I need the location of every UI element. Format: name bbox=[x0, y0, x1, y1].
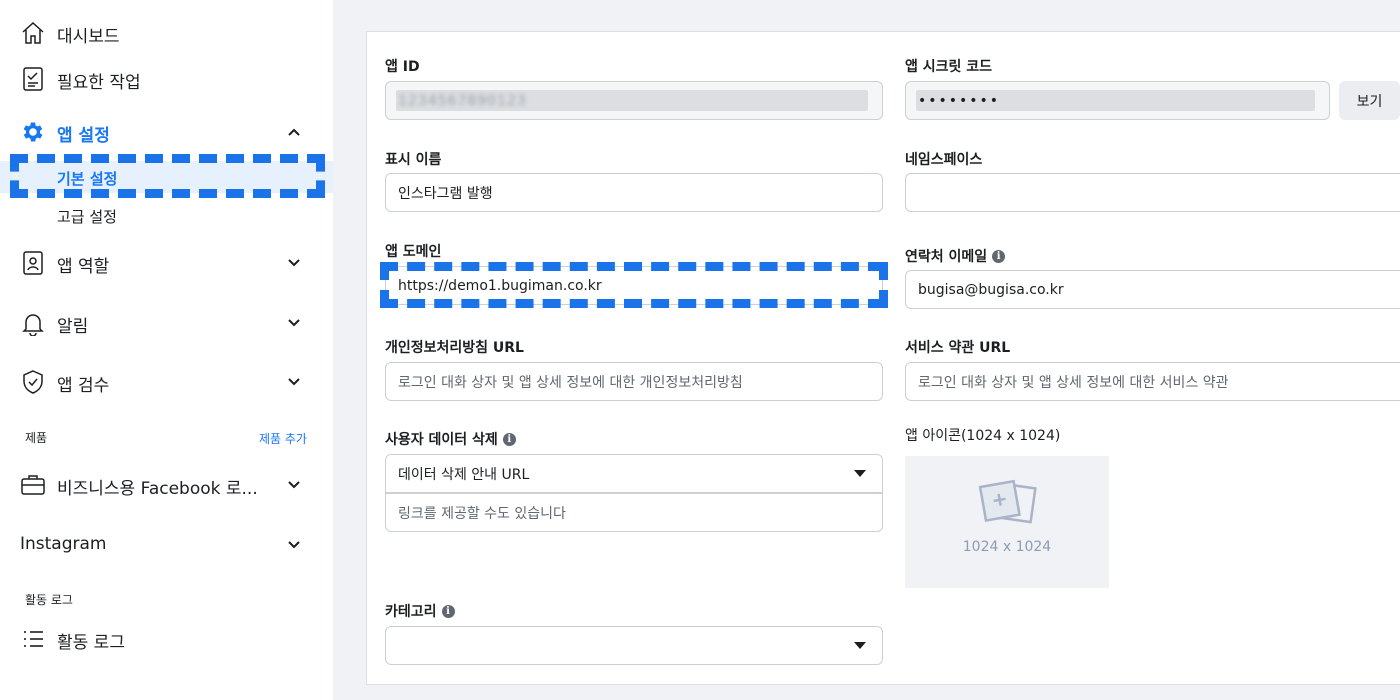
sidebar-item-activity-log[interactable]: 활동 로그 bbox=[0, 626, 333, 653]
namespace-label: 네임스페이스 bbox=[905, 152, 983, 168]
user-data-deletion-label-text: 사용자 데이터 삭제 bbox=[385, 432, 498, 448]
sidebar-item-app-review[interactable]: 앱 검수 bbox=[0, 369, 333, 396]
user-data-deletion-select-value: 데이터 삭제 안내 URL bbox=[398, 466, 530, 483]
user-data-deletion-select[interactable]: 데이터 삭제 안내 URL bbox=[385, 454, 883, 493]
terms-url-label: 서비스 약관 URL bbox=[905, 340, 1011, 356]
chevron-up-icon bbox=[287, 125, 301, 139]
privacy-url-placeholder: 로그인 대화 상자 및 앱 상세 정보에 대한 개인정보처리방침 bbox=[398, 374, 743, 391]
user-data-deletion-placeholder: 링크를 제공할 수도 있습니다 bbox=[398, 505, 566, 522]
chevron-down-icon bbox=[287, 538, 301, 552]
chevron-down-icon bbox=[287, 375, 301, 389]
image-placeholder-icon bbox=[978, 479, 1037, 524]
app-icon-upload[interactable]: 1024 x 1024 bbox=[905, 456, 1109, 588]
sidebar-item-label: 활동 로그 bbox=[57, 633, 125, 653]
category-select[interactable] bbox=[385, 626, 883, 665]
sidebar-item-app-roles[interactable]: 앱 역할 bbox=[0, 250, 333, 277]
domain-highlight-bottom bbox=[380, 299, 886, 308]
briefcase-icon bbox=[20, 472, 46, 498]
app-id-value: 1234567890123 bbox=[398, 92, 527, 109]
info-icon[interactable]: i bbox=[992, 249, 1006, 263]
info-icon[interactable]: i bbox=[502, 432, 516, 446]
bell-icon bbox=[20, 310, 46, 336]
sidebar-item-label: 알림 bbox=[57, 317, 89, 337]
chevron-down-icon bbox=[287, 256, 301, 270]
sidebar-item-label: 앱 설정 bbox=[57, 126, 110, 146]
highlight-box-left bbox=[10, 154, 19, 198]
terms-url-placeholder: 로그인 대화 상자 및 앱 상세 정보에 대한 서비스 약관 bbox=[918, 374, 1229, 391]
sidebar-item-required-actions[interactable]: 필요한 작업 bbox=[0, 66, 333, 93]
app-secret-field[interactable]: •••••••• bbox=[905, 81, 1330, 120]
category-label: 카테고리 i bbox=[385, 601, 455, 621]
sidebar-item-app-settings[interactable]: 앱 설정 bbox=[0, 118, 333, 146]
contact-email-label-text: 연락처 이메일 bbox=[905, 249, 988, 265]
app-id-field[interactable]: 1234567890123 bbox=[385, 81, 883, 120]
sidebar-item-instagram[interactable]: Instagram bbox=[0, 532, 333, 558]
chevron-down-icon bbox=[287, 316, 301, 330]
sidebar-item-dashboard[interactable]: 대시보드 bbox=[0, 20, 333, 47]
sidebar-item-label: 대시보드 bbox=[57, 27, 120, 47]
sidebar-item-label: 앱 검수 bbox=[57, 376, 110, 396]
privacy-url-label: 개인정보처리방침 URL bbox=[385, 340, 524, 356]
products-section-label: 제품 bbox=[25, 431, 48, 445]
highlight-box-bottom bbox=[10, 189, 325, 198]
terms-url-input[interactable]: 로그인 대화 상자 및 앱 상세 정보에 대한 서비스 약관 bbox=[905, 362, 1400, 401]
app-secret-value: •••••••• bbox=[918, 92, 1001, 109]
sidebar-subitem-advanced-settings[interactable]: 고급 설정 bbox=[0, 199, 333, 231]
highlight-box-right bbox=[316, 154, 325, 198]
display-name-input[interactable]: 인스타그램 발행 bbox=[385, 173, 883, 212]
sidebar-item-label: 앱 역할 bbox=[57, 257, 110, 277]
sidebar: 대시보드 필요한 작업 앱 설정 기본 설정 고급 설정 앱 역할 알림 앱 검… bbox=[0, 0, 333, 700]
sidebar-item-label: 필요한 작업 bbox=[57, 73, 141, 93]
app-icon-label: 앱 아이콘(1024 x 1024) bbox=[905, 428, 1061, 444]
gear-icon bbox=[20, 119, 46, 145]
info-icon[interactable]: i bbox=[441, 604, 455, 618]
chevron-down-icon bbox=[287, 478, 301, 492]
sidebar-item-label: Instagram bbox=[20, 534, 107, 554]
activity-section-label: 활동 로그 bbox=[25, 593, 73, 607]
app-secret-label: 앱 시크릿 코드 bbox=[905, 59, 993, 75]
display-name-label: 표시 이름 bbox=[385, 152, 442, 168]
user-data-deletion-url-input[interactable]: 링크를 제공할 수도 있습니다 bbox=[385, 493, 883, 532]
namespace-input[interactable] bbox=[905, 173, 1400, 212]
category-label-text: 카테고리 bbox=[385, 604, 437, 620]
highlight-box-top bbox=[10, 154, 325, 163]
add-product-link[interactable]: 제품 추가 bbox=[259, 430, 307, 447]
caret-down-icon bbox=[854, 642, 866, 649]
sidebar-item-facebook-business-login[interactable]: 비즈니스용 Facebook 로... bbox=[0, 472, 333, 499]
display-name-value: 인스타그램 발행 bbox=[398, 185, 493, 202]
sidebar-subitem-label: 기본 설정 bbox=[57, 170, 118, 188]
user-data-deletion-label: 사용자 데이터 삭제 i bbox=[385, 429, 516, 449]
caret-down-icon bbox=[854, 470, 866, 477]
domain-highlight-right bbox=[879, 262, 888, 308]
contact-email-value: bugisa@bugisa.co.kr bbox=[918, 281, 1064, 298]
checklist-icon bbox=[20, 66, 46, 92]
app-icon-size-text: 1024 x 1024 bbox=[962, 539, 1052, 555]
home-icon bbox=[20, 20, 46, 46]
domain-highlight-top bbox=[380, 262, 886, 271]
privacy-url-input[interactable]: 로그인 대화 상자 및 앱 상세 정보에 대한 개인정보처리방침 bbox=[385, 362, 883, 401]
sidebar-item-notifications[interactable]: 알림 bbox=[0, 310, 333, 337]
shield-check-icon bbox=[20, 369, 46, 395]
show-secret-button[interactable]: 보기 bbox=[1339, 81, 1400, 120]
sidebar-subitem-label: 고급 설정 bbox=[57, 208, 117, 226]
app-domain-label: 앱 도메인 bbox=[385, 244, 442, 260]
id-badge-icon bbox=[20, 250, 46, 276]
list-icon bbox=[20, 626, 46, 652]
basic-settings-card bbox=[366, 31, 1400, 685]
domain-highlight-left bbox=[380, 262, 389, 308]
app-id-label: 앱 ID bbox=[385, 59, 420, 75]
app-domain-tag[interactable]: https://demo1.bugiman.co.kr bbox=[394, 275, 606, 296]
contact-email-input[interactable]: bugisa@bugisa.co.kr bbox=[905, 270, 1400, 309]
sidebar-item-label: 비즈니스용 Facebook 로... bbox=[57, 479, 258, 499]
contact-email-label: 연락처 이메일 i bbox=[905, 246, 1006, 266]
